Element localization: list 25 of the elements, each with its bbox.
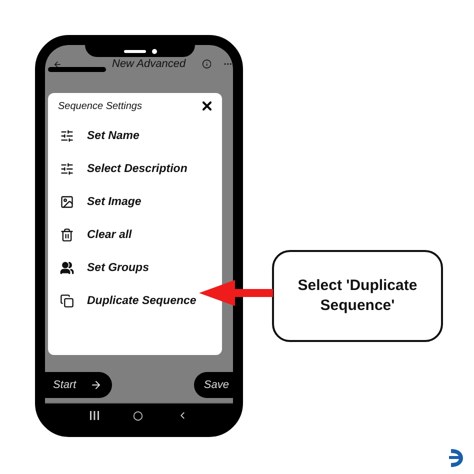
arrow-icon: [90, 379, 102, 391]
dialog-title: Sequence Settings: [58, 100, 142, 112]
menu-item[interactable]: Duplicate Sequence: [87, 294, 196, 306]
callout-text: Select 'Duplicate Sequence': [296, 276, 418, 316]
menu-item[interactable]: Clear all: [87, 228, 132, 240]
menu-item[interactable]: Set Groups: [87, 262, 149, 274]
logo-icon: [449, 447, 463, 469]
close-icon[interactable]: [200, 99, 214, 113]
people-icon: [60, 260, 74, 274]
start-button[interactable]: Start: [45, 372, 112, 398]
image-icon: [60, 194, 74, 208]
notch-icon: [85, 45, 195, 57]
menu-item[interactable]: Set Image: [87, 196, 142, 208]
recents-icon[interactable]: [90, 411, 99, 420]
menu-item[interactable]: Set Name: [87, 130, 140, 142]
copy-icon: [60, 294, 74, 308]
sliders-icon: [60, 128, 74, 142]
trash-icon: [60, 228, 74, 242]
home-icon[interactable]: [133, 410, 143, 421]
redaction-bar: [48, 67, 106, 72]
info-icon[interactable]: [202, 57, 212, 71]
menu-item[interactable]: Select Description: [87, 162, 188, 174]
sliders-icon: [60, 162, 74, 176]
screen-title: New Advanced: [112, 58, 186, 70]
save-button[interactable]: Save: [194, 372, 233, 398]
